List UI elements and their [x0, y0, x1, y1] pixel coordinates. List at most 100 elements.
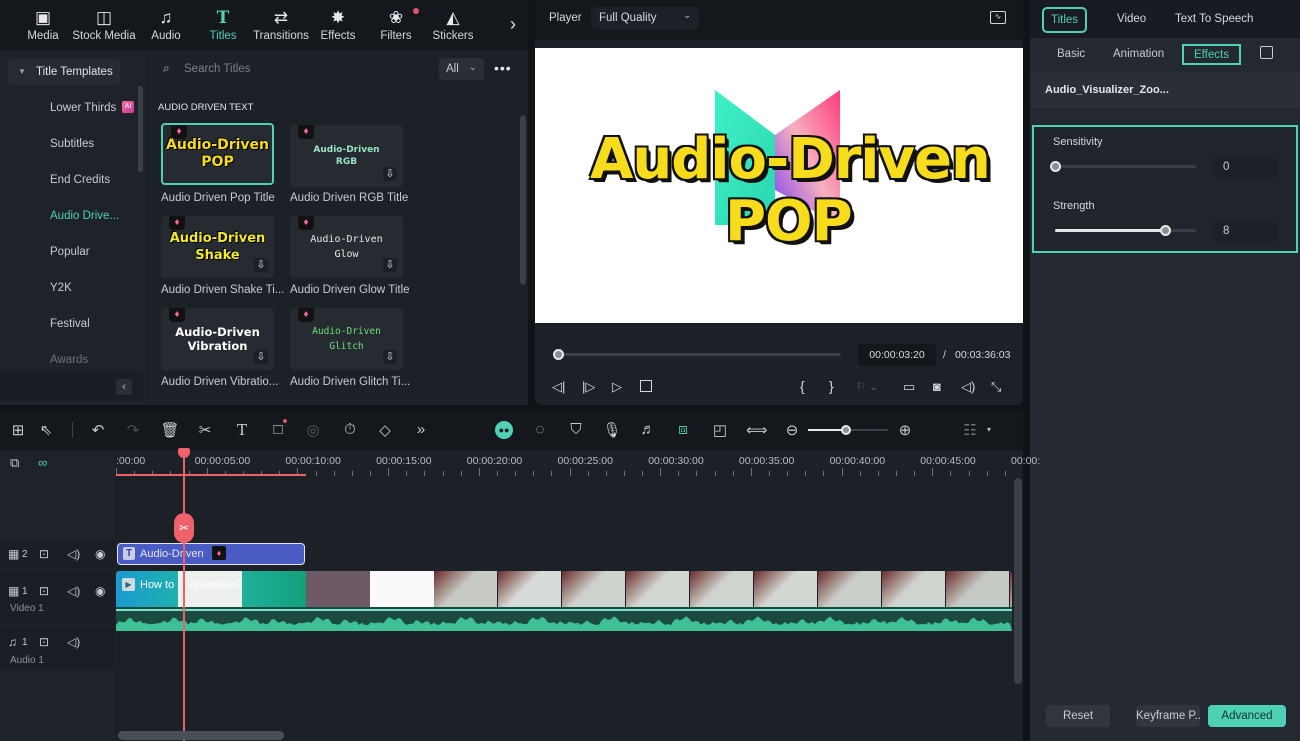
tab-video[interactable]: Video	[1108, 7, 1155, 33]
category-festival[interactable]: Festival	[50, 318, 90, 330]
snapshot-camera-icon[interactable]: ◙	[933, 379, 941, 394]
tab-text-to-speech[interactable]: Text To Speech	[1166, 7, 1262, 33]
add-track-icon[interactable]: ⧉	[10, 455, 19, 471]
link-icon[interactable]: ∞	[38, 455, 47, 470]
template-audio-driven-shake[interactable]: ♦ Audio-Driven Shake ⇩	[161, 216, 274, 278]
text-tool-icon[interactable]: T	[232, 421, 252, 439]
lock-icon[interactable]: ⊡	[39, 635, 49, 649]
collapse-sidebar-button[interactable]: ‹	[116, 379, 132, 395]
download-icon[interactable]: ⇩	[383, 167, 397, 181]
next-frame-icon[interactable]: |▷	[582, 379, 595, 395]
subtab-effects[interactable]: Effects	[1182, 44, 1241, 65]
music-list-icon[interactable]: ♬	[638, 421, 658, 438]
strength-value-input[interactable]: 8	[1212, 220, 1277, 242]
toolbar-stock-media[interactable]: ◫ Stock Media	[69, 8, 139, 42]
filter-dropdown[interactable]: All ⌄	[439, 58, 484, 80]
lock-icon[interactable]: ⊡	[39, 584, 49, 598]
mute-icon[interactable]: ◁)	[67, 635, 80, 649]
template-audio-driven-rgb[interactable]: ♦ Audio-Driven RGB ⇩	[290, 125, 403, 187]
visibility-eye-icon[interactable]: ◉	[95, 547, 105, 561]
prev-frame-icon[interactable]: ◁|	[552, 379, 565, 395]
subtab-basic[interactable]: Basic	[1049, 44, 1093, 65]
track-layout-icon[interactable]: ☷	[960, 421, 980, 439]
display-settings-icon[interactable]: ▭	[903, 379, 915, 395]
crop-icon[interactable]: □	[268, 421, 288, 438]
audio-waveform[interactable]	[116, 607, 1012, 631]
download-icon[interactable]: ⇩	[254, 258, 268, 272]
ai-assistant-icon[interactable]: ●●	[495, 421, 513, 439]
playback-progress-track[interactable]	[553, 353, 841, 356]
video-clip[interactable]: ▶ How to ... Animation	[116, 571, 1012, 607]
stop-icon[interactable]	[640, 380, 652, 392]
subtab-animation[interactable]: Animation	[1105, 44, 1172, 65]
select-tool-icon[interactable]: ⇖	[36, 421, 56, 439]
category-end-credits[interactable]: End Credits	[50, 174, 110, 186]
video-preview[interactable]: Audio-Driven POP	[535, 48, 1023, 323]
zoom-in-icon[interactable]: ⊕	[895, 421, 915, 439]
reset-button[interactable]: Reset	[1046, 705, 1110, 727]
zoom-out-icon[interactable]: ⊖	[782, 421, 802, 439]
mark-out-icon[interactable]: }	[829, 378, 834, 394]
title-templates-header[interactable]: ▼ Title Templates	[8, 59, 120, 85]
volume-icon[interactable]: ◁)	[961, 379, 975, 395]
category-y2k[interactable]: Y2K	[50, 282, 72, 294]
lock-icon[interactable]: ⊡	[39, 547, 49, 561]
template-audio-driven-vibration[interactable]: ♦ Audio-Driven Vibration ⇩	[161, 308, 274, 370]
layout-dropdown-icon[interactable]: ▾	[987, 425, 991, 434]
fullscreen-icon[interactable]: ⤡	[991, 379, 1001, 395]
category-audio-driven[interactable]: Audio Drive...	[50, 210, 119, 222]
more-tools-icon[interactable]: »	[411, 421, 431, 438]
template-audio-driven-glow[interactable]: ♦ Audio-Driven Glow ⇩	[290, 216, 403, 278]
sensitivity-slider[interactable]	[1055, 165, 1196, 168]
sidebar-scrollbar[interactable]	[138, 86, 143, 172]
timeline-playhead[interactable]	[183, 450, 185, 741]
color-palette-icon[interactable]: ◎	[303, 421, 323, 439]
template-audio-driven-glitch[interactable]: ♦ Audio-Driven Glitch ⇩	[290, 308, 403, 370]
toolbar-media[interactable]: ▣ Media	[8, 8, 78, 42]
quality-dropdown[interactable]: Full Quality ⌄	[591, 7, 699, 29]
save-preset-icon[interactable]	[1260, 46, 1273, 59]
sensitivity-value-input[interactable]: 0	[1212, 156, 1277, 178]
zoom-slider-knob[interactable]	[841, 425, 851, 435]
mute-icon[interactable]: ◁)	[67, 547, 80, 561]
mute-icon[interactable]: ◁)	[67, 584, 80, 598]
split-scissors-handle[interactable]: ✂	[174, 513, 194, 543]
undo-icon[interactable]: ↶	[88, 421, 108, 439]
advanced-button[interactable]: Advanced	[1208, 705, 1286, 727]
preview-render-icon[interactable]: ◰	[710, 421, 730, 439]
marker-dropdown-icon[interactable]: ⚐ ⌄	[856, 380, 878, 393]
timeline-vertical-scrollbar[interactable]	[1014, 478, 1022, 684]
download-icon[interactable]: ⇩	[383, 258, 397, 272]
snap-icon[interactable]: ⧈	[673, 421, 693, 438]
fit-timeline-icon[interactable]: ⟺	[746, 421, 768, 439]
split-scissors-icon[interactable]: ✂	[195, 421, 215, 439]
mark-in-icon[interactable]: {	[800, 378, 805, 394]
strength-slider-knob[interactable]	[1159, 225, 1171, 236]
timeline-horizontal-scrollbar[interactable]	[118, 731, 284, 740]
play-icon[interactable]: ▷	[612, 379, 622, 395]
sensitivity-slider-knob[interactable]	[1050, 161, 1061, 172]
download-icon[interactable]: ⇩	[254, 350, 268, 364]
visibility-eye-icon[interactable]: ◉	[95, 584, 105, 598]
redo-icon[interactable]: ↷	[123, 421, 143, 439]
toolbar-more-chevron-icon[interactable]: ›	[510, 14, 516, 35]
search-titles-input[interactable]: ⌕ Search Titles	[155, 58, 435, 80]
keyframe-icon[interactable]: ◇	[375, 421, 395, 439]
template-audio-driven-pop[interactable]: ♦ Audio-Driven POP	[161, 123, 274, 185]
tab-titles[interactable]: Titles	[1042, 7, 1088, 33]
work-area-range[interactable]	[116, 474, 306, 476]
auto-highlight-icon[interactable]: ◌	[530, 421, 550, 438]
library-scrollbar[interactable]	[520, 115, 526, 285]
marker-shield-icon[interactable]: ⛉	[566, 421, 586, 438]
title-clip[interactable]: T Audio-Driven ♦	[117, 543, 305, 565]
more-options-icon[interactable]: •••	[494, 60, 512, 76]
keyframe-panel-button[interactable]: Keyframe P...	[1136, 705, 1200, 727]
toolbar-stickers[interactable]: ◭ Stickers	[418, 8, 488, 42]
speed-timer-icon[interactable]: ⏱	[340, 421, 360, 438]
category-popular[interactable]: Popular	[50, 246, 90, 258]
category-subtitles[interactable]: Subtitles	[50, 138, 94, 150]
category-awards[interactable]: Awards	[50, 354, 88, 366]
download-icon[interactable]: ⇩	[383, 350, 397, 364]
microphone-icon[interactable]: 🎙	[602, 421, 622, 439]
delete-icon[interactable]: 🗑	[160, 421, 180, 439]
